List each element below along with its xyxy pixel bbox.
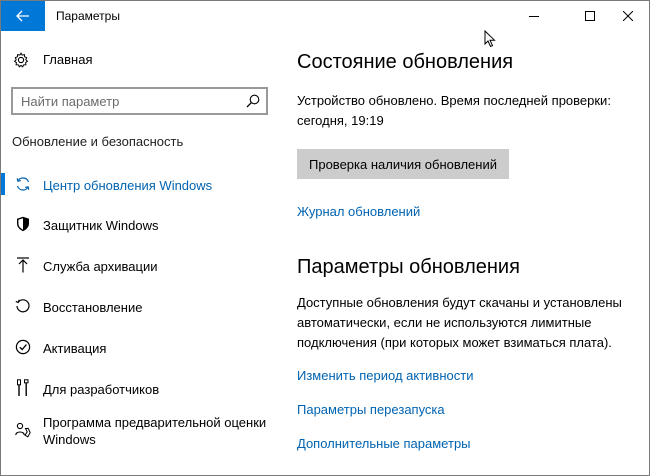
title-bar: Параметры bbox=[1, 1, 649, 31]
update-history-link[interactable]: Журнал обновлений bbox=[297, 204, 420, 219]
recovery-icon bbox=[14, 297, 32, 315]
restart-options-link[interactable]: Параметры перезапуска bbox=[297, 402, 445, 417]
search-input[interactable] bbox=[13, 89, 233, 113]
sidebar-item-label: Центр обновления Windows bbox=[43, 178, 213, 193]
sidebar-item-home[interactable]: Главная bbox=[1, 47, 279, 73]
update-settings-heading: Параметры обновления bbox=[297, 256, 520, 278]
active-indicator bbox=[1, 173, 5, 195]
sidebar-item-label: Активация bbox=[43, 341, 107, 356]
sidebar-item-label: Программа предварительной оценки Windows bbox=[43, 415, 267, 447]
minimize-button[interactable] bbox=[511, 1, 557, 31]
sidebar-item-label: Восстановление bbox=[43, 300, 143, 315]
advanced-options-link[interactable]: Дополнительные параметры bbox=[297, 436, 471, 451]
status-heading: Состояние обновления bbox=[297, 51, 514, 73]
sidebar-item-developers[interactable]: Для разработчиков bbox=[1, 371, 279, 405]
back-arrow-icon bbox=[16, 10, 29, 22]
search-icon[interactable] bbox=[246, 94, 260, 113]
sidebar-item-recovery[interactable]: Восстановление bbox=[1, 289, 279, 323]
sidebar-section-title: Обновление и безопасность bbox=[12, 134, 184, 149]
sidebar-item-label: Для разработчиков bbox=[43, 382, 160, 397]
sidebar-item-activation[interactable]: Активация bbox=[1, 330, 279, 364]
check-updates-button[interactable]: Проверка наличия обновлений bbox=[297, 149, 509, 179]
close-button[interactable] bbox=[605, 1, 649, 31]
settings-window: Параметры Главная Найти параметр Обновле… bbox=[0, 0, 650, 476]
maximize-icon bbox=[585, 11, 595, 21]
sidebar-item-insider[interactable]: Программа предварительной оценки Windows bbox=[1, 411, 279, 455]
search-box bbox=[11, 87, 268, 115]
change-active-hours-link[interactable]: Изменить период активности bbox=[297, 368, 473, 383]
sidebar-item-label: Защитник Windows bbox=[43, 218, 159, 233]
shield-icon bbox=[14, 215, 32, 233]
backup-arrow-icon bbox=[14, 256, 32, 274]
status-text: Устройство обновлено. Время последней пр… bbox=[297, 93, 611, 128]
window-title: Параметры bbox=[56, 9, 120, 23]
activation-check-icon bbox=[14, 338, 32, 356]
mouse-cursor-icon bbox=[484, 30, 496, 48]
back-button[interactable] bbox=[1, 1, 45, 31]
developer-tools-icon bbox=[14, 379, 32, 397]
close-icon bbox=[623, 11, 633, 21]
sidebar-item-defender[interactable]: Защитник Windows bbox=[1, 207, 279, 241]
update-settings-text: Доступные обновления будут скачаны и уст… bbox=[297, 295, 622, 350]
minimize-icon bbox=[529, 16, 539, 17]
sync-icon bbox=[14, 175, 32, 193]
sidebar: Главная Обновление и безопасность bbox=[1, 31, 279, 475]
main-content: Состояние обновления Устройство обновлен… bbox=[297, 31, 637, 475]
gear-icon bbox=[13, 52, 29, 73]
insider-icon bbox=[14, 421, 32, 439]
sidebar-item-label: Служба архивации bbox=[43, 259, 158, 274]
sidebar-item-backup[interactable]: Служба архивации bbox=[1, 248, 279, 282]
sidebar-item-home-label: Главная bbox=[43, 52, 93, 67]
sidebar-item-windows-update[interactable]: Центр обновления Windows bbox=[1, 167, 279, 201]
